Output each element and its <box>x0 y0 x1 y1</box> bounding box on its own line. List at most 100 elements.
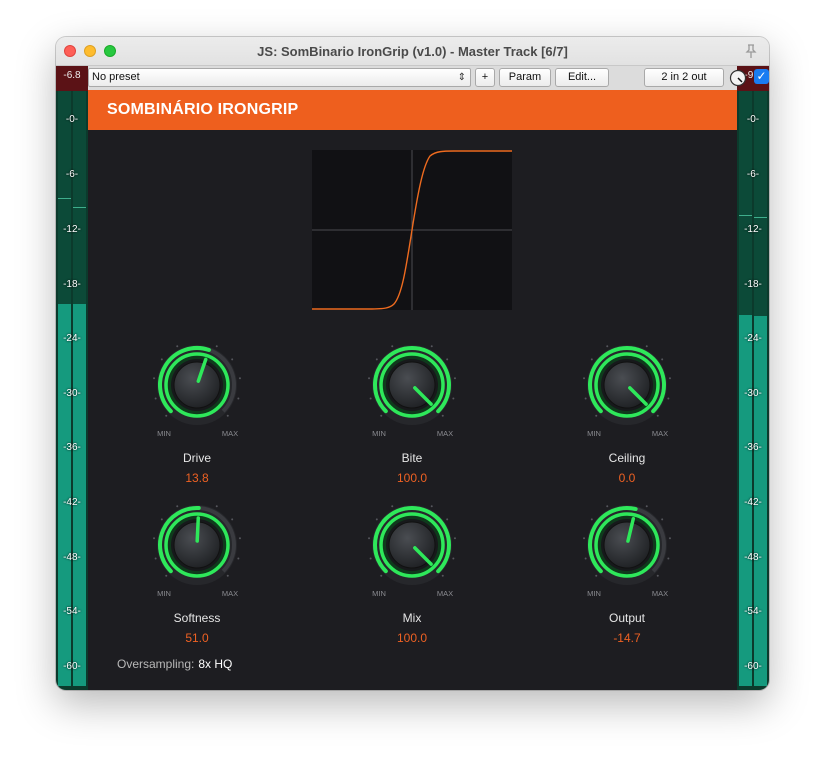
knob-tick <box>165 574 168 577</box>
knob-tick <box>446 518 449 521</box>
knob-tick <box>430 345 433 348</box>
knob-tick <box>595 574 598 577</box>
knob-value[interactable]: 51.0 <box>122 631 272 645</box>
input-level-meter: -6.8 -0- -6- -12- -18- -24- -30- -36- -4… <box>56 66 88 690</box>
knob-tick <box>668 537 671 540</box>
knob-tick <box>215 345 218 348</box>
knob-label: Output <box>608 611 646 625</box>
knob-tick <box>154 557 157 560</box>
knob-group-drive: MIN MAX Drive 13.8 <box>122 343 272 503</box>
meter-tick: -24- <box>744 333 762 344</box>
meter-tick: -48- <box>63 552 81 563</box>
knob-label: Drive <box>182 451 211 465</box>
knob-tick <box>595 414 598 417</box>
knob-tick <box>391 505 394 508</box>
knob-tick <box>369 557 372 560</box>
knob-tick <box>453 537 456 540</box>
knob-cap <box>173 361 221 409</box>
meter-tick: -54- <box>744 606 762 617</box>
knob-value[interactable]: 13.8 <box>122 471 272 485</box>
knob-tick <box>231 518 234 521</box>
window-title: JS: SomBinario IronGrip (v1.0) - Master … <box>257 44 568 59</box>
param-button[interactable]: Param <box>499 68 551 87</box>
knob-tick <box>668 377 671 380</box>
knob-label: Bite <box>401 451 423 465</box>
knob-tick <box>667 557 670 560</box>
knob-tick <box>160 518 163 521</box>
knob-tick <box>430 505 433 508</box>
knob-tick <box>237 557 240 560</box>
meter-tick: -30- <box>744 388 762 399</box>
knob-tick <box>656 414 659 417</box>
knob-value[interactable]: 0.0 <box>552 471 702 485</box>
pin-icon[interactable] <box>743 43 759 59</box>
knob-tick <box>380 574 383 577</box>
knob-tick <box>375 358 378 361</box>
knob-group-ceiling: MIN MAX Ceiling 0.0 <box>552 343 702 503</box>
knob-tick <box>590 518 593 521</box>
knob-min-label: MIN <box>587 429 601 438</box>
knob-tick <box>606 505 609 508</box>
knob-value[interactable]: 100.0 <box>337 631 487 645</box>
plugin-title: SOMBINÁRIO IRONGRIP <box>107 101 299 118</box>
input-peak-readout[interactable]: -6.8 <box>56 66 88 91</box>
knob-tick <box>369 397 372 400</box>
meter-tick: -18- <box>744 279 762 290</box>
knob-label: Mix <box>402 611 422 625</box>
knob-tick <box>583 537 586 540</box>
mix-knob[interactable]: MIN MAX <box>364 503 460 599</box>
fx-enabled-checkbox[interactable]: ✓ <box>754 69 769 84</box>
fx-toolbar: No preset ⇕ + Param Edit... 2 in 2 out ✓ <box>88 66 769 90</box>
edit-button[interactable]: Edit... <box>555 68 609 87</box>
meter-tick: -36- <box>63 442 81 453</box>
knob-tick <box>584 557 587 560</box>
knob-value[interactable]: 100.0 <box>337 471 487 485</box>
knob-max-label: MAX <box>652 429 668 438</box>
ceiling-knob[interactable]: MIN MAX <box>579 343 675 439</box>
drive-knob[interactable]: MIN MAX <box>149 343 245 439</box>
knob-tick <box>176 345 179 348</box>
wet-knob-icon[interactable] <box>729 69 747 87</box>
meter-tick: -6- <box>746 169 760 180</box>
knob-group-output: MIN MAX Output -14.7 <box>552 503 702 663</box>
knob-tick <box>160 358 163 361</box>
knob-max-label: MAX <box>652 589 668 598</box>
knob-tick <box>452 557 455 560</box>
knob-tick <box>238 377 241 380</box>
knob-tick <box>368 537 371 540</box>
knob-tick <box>645 345 648 348</box>
output-knob[interactable]: MIN MAX <box>579 503 675 599</box>
plugin-header: SOMBINÁRIO IRONGRIP <box>88 90 737 130</box>
oversampling-value[interactable]: 8x HQ <box>198 657 232 671</box>
knob-label: Ceiling <box>608 451 646 465</box>
knob-tick <box>446 358 449 361</box>
knob-min-label: MIN <box>157 589 171 598</box>
knob-group-mix: MIN MAX Mix 100.0 <box>337 503 487 663</box>
knob-tick <box>231 358 234 361</box>
bite-knob[interactable]: MIN MAX <box>364 343 460 439</box>
knob-min-label: MIN <box>157 429 171 438</box>
knob-tick <box>667 397 670 400</box>
knob-min-label: MIN <box>372 429 386 438</box>
meter-tick: -12- <box>744 224 762 235</box>
preset-label: No preset <box>92 71 140 83</box>
knob-tick <box>153 377 156 380</box>
add-preset-button[interactable]: + <box>475 68 495 87</box>
knob-tick <box>176 505 179 508</box>
knob-tick <box>606 345 609 348</box>
knob-max-label: MAX <box>437 429 453 438</box>
knob-tick <box>368 377 371 380</box>
meter-tick: -0- <box>746 114 760 125</box>
transfer-curve-graph <box>312 150 512 310</box>
knob-tick <box>656 574 659 577</box>
knob-max-label: MAX <box>222 589 238 598</box>
softness-knob[interactable]: MIN MAX <box>149 503 245 599</box>
title-bar[interactable]: JS: SomBinario IronGrip (v1.0) - Master … <box>56 37 769 66</box>
oversampling-control[interactable]: Oversampling: 8x HQ <box>117 657 232 671</box>
io-routing-button[interactable]: 2 in 2 out <box>644 68 724 87</box>
knob-value[interactable]: -14.7 <box>552 631 702 645</box>
preset-select[interactable]: No preset ⇕ <box>88 68 471 87</box>
knob-tick <box>154 397 157 400</box>
knob-group-softness: MIN MAX Softness 51.0 <box>122 503 272 663</box>
knob-tick <box>441 414 444 417</box>
